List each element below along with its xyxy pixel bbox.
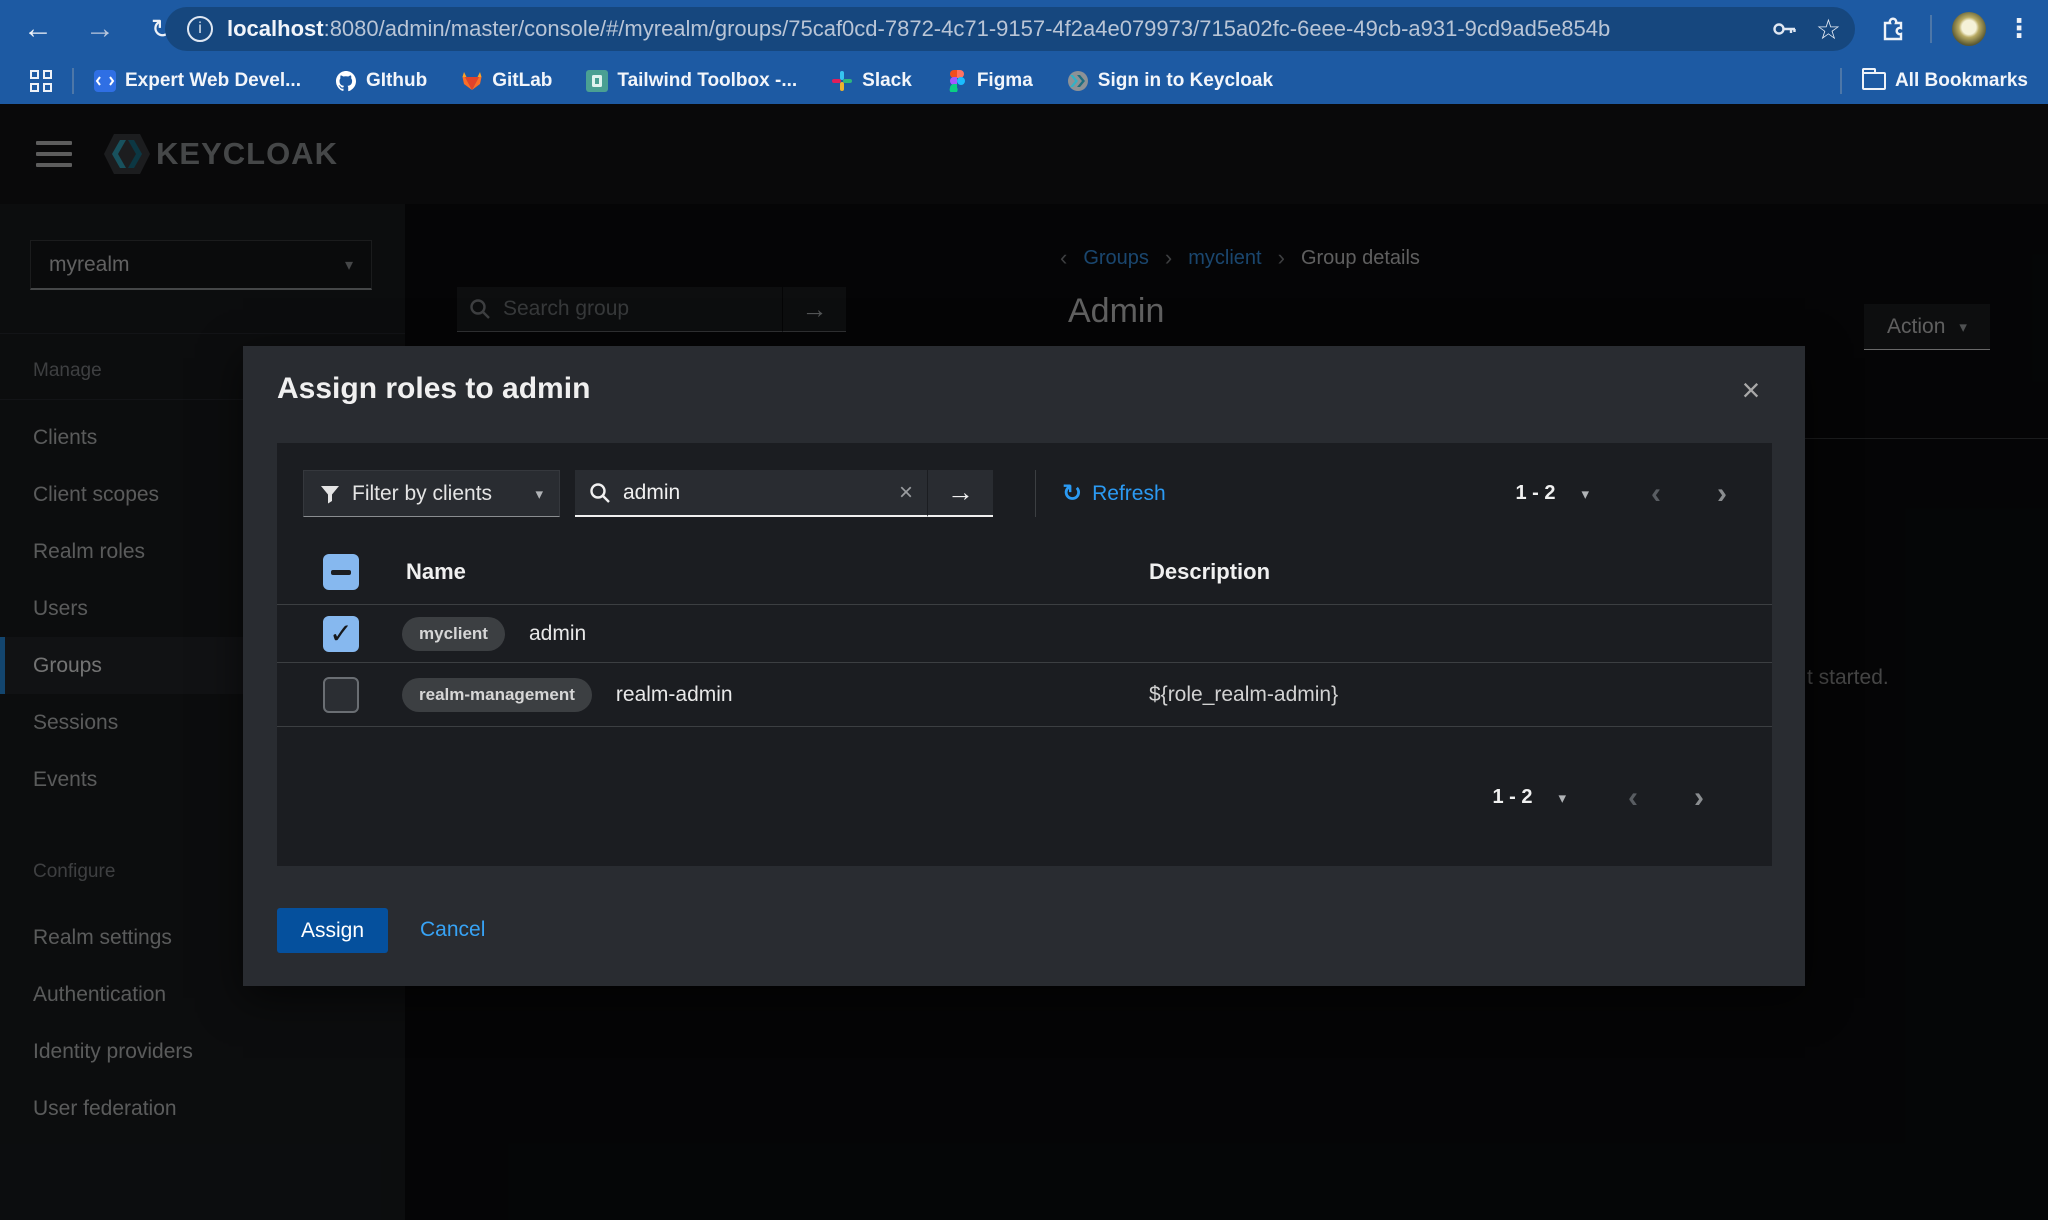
bookmark-keycloak[interactable]: Sign in to Keycloak — [1067, 70, 1273, 92]
browser-chrome: ← → ↻ i localhost:8080/admin/master/cons… — [0, 0, 2048, 104]
bookmark-label: Expert Web Devel... — [125, 70, 301, 92]
chevron-down-icon[interactable]: ▾ — [1581, 485, 1589, 503]
filter-label: Filter by clients — [352, 482, 492, 506]
assign-button[interactable]: Assign — [277, 908, 388, 953]
chevron-down-icon: ▾ — [535, 485, 543, 503]
modal-title: Assign roles to admin — [277, 372, 590, 406]
table-row[interactable]: realm-management realm-admin ${role_real… — [277, 663, 1772, 727]
toolbar-divider — [1035, 470, 1036, 517]
next-page-icon[interactable]: › — [1694, 781, 1704, 815]
bookmark-label: Tailwind Toolbox -... — [617, 70, 797, 92]
all-bookmarks-button[interactable]: All Bookmarks — [1862, 70, 2028, 92]
role-search-value: admin — [623, 481, 680, 505]
keycloak-favicon — [1067, 70, 1089, 92]
browser-toolbar: ← → ↻ i localhost:8080/admin/master/cons… — [0, 0, 2048, 57]
apps-grid-icon[interactable] — [30, 70, 52, 92]
refresh-button[interactable]: ↻ Refresh — [1062, 479, 1166, 508]
gitlab-icon — [461, 70, 483, 92]
assign-roles-modal: Assign roles to admin × Filter by client… — [243, 346, 1805, 986]
bookmarks-right-separator — [1840, 68, 1842, 94]
client-badge: myclient — [402, 617, 505, 651]
url-text[interactable]: localhost:8080/admin/master/console/#/my… — [227, 16, 1855, 42]
url-bar[interactable]: i localhost:8080/admin/master/console/#/… — [165, 7, 1855, 51]
clear-search-icon[interactable]: × — [899, 479, 913, 507]
url-host: localhost — [227, 16, 324, 41]
roles-toolbar: Filter by clients ▾ admin × → ↻ Refresh — [303, 470, 1166, 517]
name-column-header: Name — [406, 559, 466, 585]
password-key-icon[interactable] — [1770, 15, 1798, 43]
roles-panel: Filter by clients ▾ admin × → ↻ Refresh … — [277, 443, 1772, 866]
bookmark-label: Slack — [862, 70, 912, 92]
pagination-bottom: 1 - 2 ▾ ‹ › — [1492, 774, 1704, 821]
role-name: realm-admin — [616, 683, 733, 707]
toolbar-separator — [1930, 15, 1932, 43]
bookmark-expert-web-dev[interactable]: Expert Web Devel... — [94, 70, 301, 92]
client-badge: realm-management — [402, 678, 592, 712]
github-icon — [335, 70, 357, 92]
filter-icon — [320, 484, 340, 504]
site-info-icon[interactable]: i — [187, 16, 213, 42]
previous-page-icon[interactable]: ‹ — [1628, 781, 1638, 815]
tailwind-toolbox-icon — [586, 70, 608, 92]
bookmark-figma[interactable]: Figma — [946, 70, 1033, 92]
close-icon[interactable]: × — [1729, 368, 1773, 412]
pagination-top: 1 - 2 ▾ ‹ › — [1515, 470, 1727, 517]
filter-by-clients-dropdown[interactable]: Filter by clients ▾ — [303, 470, 560, 517]
forward-icon[interactable]: → — [80, 9, 120, 49]
bookmark-label: Sign in to Keycloak — [1098, 70, 1273, 92]
cancel-link[interactable]: Cancel — [420, 918, 485, 942]
previous-page-icon[interactable]: ‹ — [1651, 477, 1661, 511]
bookmark-label: GitLab — [492, 70, 552, 92]
figma-icon — [946, 70, 968, 92]
chevron-down-icon[interactable]: ▾ — [1558, 789, 1566, 807]
role-search-submit-button[interactable]: → — [927, 470, 993, 517]
row-checkbox-unchecked[interactable] — [323, 677, 359, 713]
bookmarks-separator — [72, 68, 74, 94]
bookmarks-bar: Expert Web Devel... GIthub GitLab Tailwi… — [0, 57, 2048, 104]
extensions-puzzle-icon[interactable] — [1878, 14, 1908, 44]
role-search-input[interactable]: admin × — [575, 470, 927, 517]
pagination-range[interactable]: 1 - 2 — [1515, 482, 1555, 505]
slack-icon — [831, 70, 853, 92]
search-icon — [589, 482, 611, 504]
refresh-icon: ↻ — [1062, 479, 1082, 508]
roles-table: Name Description ✓ myclient admin realm-… — [277, 540, 1772, 727]
bookmark-star-icon[interactable]: ☆ — [1816, 13, 1841, 46]
role-name: admin — [529, 622, 586, 646]
bookmark-tailwind-toolbox[interactable]: Tailwind Toolbox -... — [586, 70, 797, 92]
screenshot-root: ← → ↻ i localhost:8080/admin/master/cons… — [0, 0, 2048, 1220]
select-all-checkbox[interactable] — [323, 554, 359, 590]
table-header-row: Name Description — [277, 540, 1772, 605]
description-column-header: Description — [1149, 559, 1270, 584]
url-path: :8080/admin/master/console/#/myrealm/gro… — [324, 16, 1611, 41]
profile-avatar[interactable] — [1952, 12, 1986, 46]
all-bookmarks-label: All Bookmarks — [1895, 70, 2028, 92]
back-icon[interactable]: ← — [18, 9, 58, 49]
next-page-icon[interactable]: › — [1717, 477, 1727, 511]
role-description: ${role_realm-admin} — [1149, 683, 1338, 706]
folder-icon — [1862, 72, 1886, 90]
arrow-right-icon: → — [947, 477, 974, 508]
bookmark-gitlab[interactable]: GitLab — [461, 70, 552, 92]
bookmark-github[interactable]: GIthub — [335, 70, 427, 92]
expert-web-dev-icon — [94, 70, 116, 92]
row-checkbox-checked[interactable]: ✓ — [323, 616, 359, 652]
bookmark-slack[interactable]: Slack — [831, 70, 912, 92]
chrome-menu-icon[interactable]: ⋮ — [2006, 13, 2032, 44]
pagination-range[interactable]: 1 - 2 — [1492, 786, 1532, 809]
refresh-label: Refresh — [1092, 482, 1166, 506]
bookmark-label: Figma — [977, 70, 1033, 92]
bookmark-label: GIthub — [366, 70, 427, 92]
table-row[interactable]: ✓ myclient admin — [277, 605, 1772, 663]
